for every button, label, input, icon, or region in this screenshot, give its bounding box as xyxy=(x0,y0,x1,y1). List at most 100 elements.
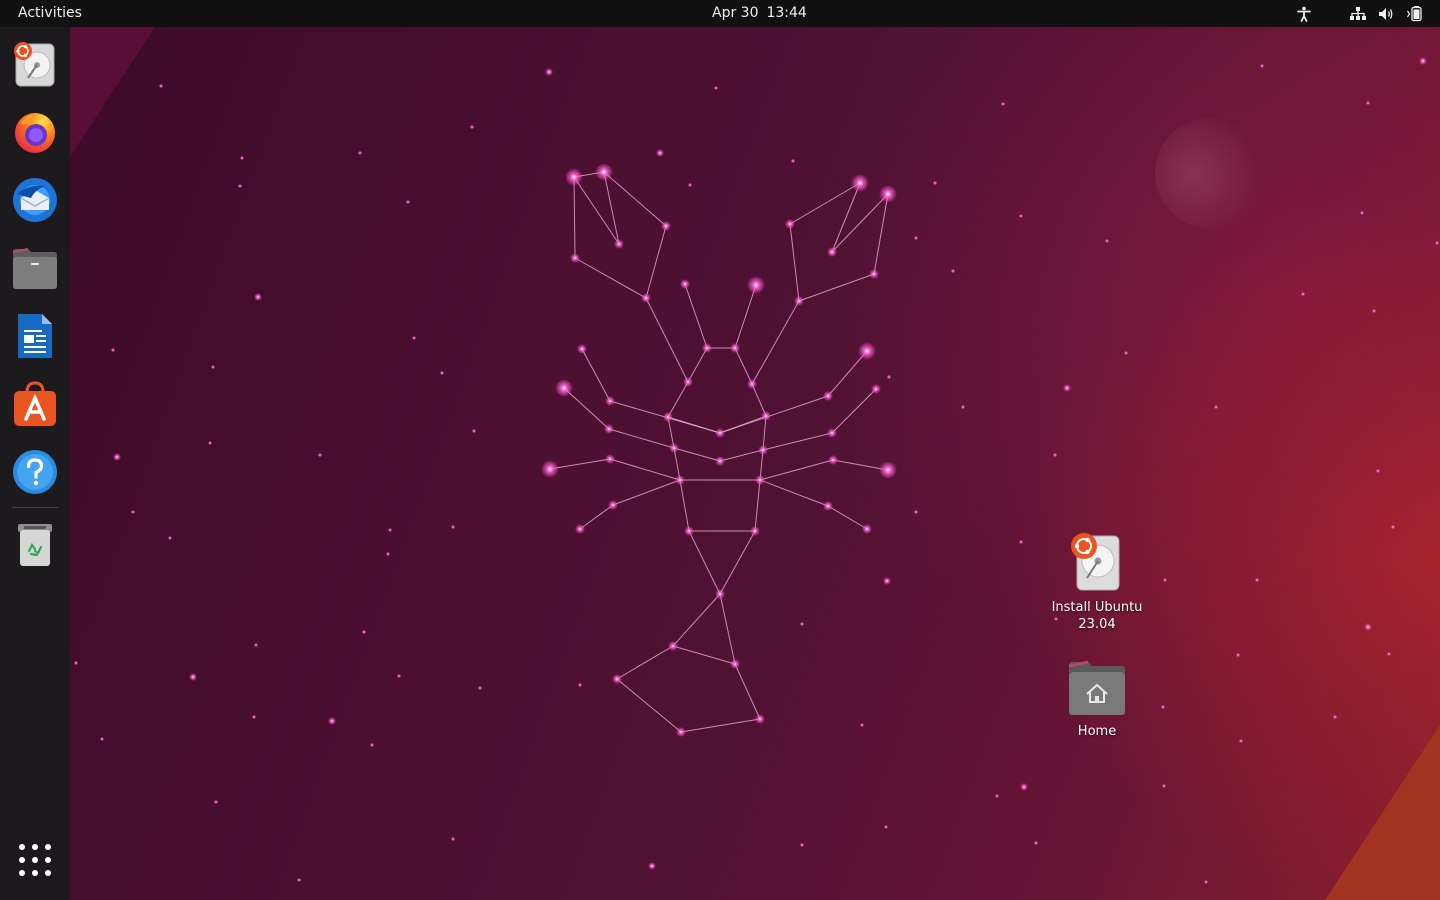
constellation-star xyxy=(683,377,693,387)
wallpaper-star xyxy=(1104,238,1110,244)
constellation-line xyxy=(612,479,681,506)
volume-icon[interactable] xyxy=(1376,4,1396,24)
constellation-star xyxy=(641,293,651,303)
constellation-star xyxy=(871,384,881,394)
wallpaper-star xyxy=(1162,577,1168,583)
dock-item-thunderbird[interactable] xyxy=(10,175,60,225)
constellation-star xyxy=(761,411,771,421)
constellation-line xyxy=(734,284,757,349)
constellation-line xyxy=(719,449,764,462)
wallpaper-star xyxy=(1020,783,1028,791)
constellation-line xyxy=(680,718,761,733)
wallpaper-star xyxy=(1419,57,1427,65)
constellation-star xyxy=(869,269,879,279)
constellation-star xyxy=(823,391,833,401)
wallpaper-star xyxy=(1018,213,1024,219)
wallpaper-star xyxy=(713,85,719,91)
desktop-icon-home[interactable]: Home xyxy=(1042,660,1152,740)
wallpaper-star xyxy=(913,235,919,241)
wallpaper-star xyxy=(213,799,219,805)
accessibility-icon[interactable] xyxy=(1294,4,1314,24)
trash-icon xyxy=(18,524,52,566)
wallpaper-star xyxy=(1063,384,1071,392)
dock-item-app-center[interactable] xyxy=(10,379,60,429)
constellation-star xyxy=(702,343,712,353)
clock-button[interactable]: Apr 30 13:44 xyxy=(712,5,815,21)
constellation-star xyxy=(755,714,765,724)
constellation-star xyxy=(541,460,559,478)
wallpaper-star xyxy=(932,180,938,186)
constellation-star xyxy=(785,219,795,229)
constellation-star xyxy=(577,344,587,354)
wallpaper-star xyxy=(1203,879,1209,885)
constellation-line xyxy=(719,395,829,434)
dock-item-libreoffice-writer[interactable] xyxy=(10,311,60,361)
wallpaper-star xyxy=(799,621,805,627)
wallpaper-star xyxy=(1052,452,1058,458)
wallpaper-star xyxy=(207,440,213,446)
dock-item-help[interactable] xyxy=(10,447,60,497)
battery-icon[interactable] xyxy=(1406,4,1426,24)
constellation-star xyxy=(575,524,585,534)
desktop-icon-install-ubuntu[interactable]: Install Ubuntu 23.04 xyxy=(1042,530,1152,633)
wallpaper-star xyxy=(1238,738,1244,744)
top-bar: Activities Apr 30 13:44 xyxy=(0,0,1440,27)
constellation-star xyxy=(605,396,615,406)
wallpaper-star xyxy=(411,335,417,341)
dock-item-install-ubuntu[interactable] xyxy=(10,39,60,89)
wallpaper-star xyxy=(1018,539,1024,545)
dock-item-trash[interactable] xyxy=(10,519,60,569)
wallpaper-star xyxy=(450,836,456,842)
wallpaper-star xyxy=(167,535,173,541)
constellation-line xyxy=(688,530,721,595)
constellation-line xyxy=(798,273,875,302)
constellation-line xyxy=(645,297,689,383)
clock-time: 13:44 xyxy=(766,5,807,21)
wallpaper-star xyxy=(790,158,796,164)
desktop-icon-label: Home xyxy=(1077,724,1117,739)
constellation-star xyxy=(570,253,580,263)
constellation-star xyxy=(612,674,622,684)
constellation-star xyxy=(680,279,690,289)
constellation-star xyxy=(750,526,760,536)
wallpaper-star xyxy=(210,364,216,370)
home-folder-icon xyxy=(1068,660,1125,715)
wallpaper-star xyxy=(577,682,583,688)
wallpaper-star xyxy=(387,527,393,533)
wallpaper-star xyxy=(357,150,363,156)
desktop-icon-label: Install Ubuntu 23.04 xyxy=(1051,600,1143,632)
thunderbird-icon xyxy=(13,178,57,222)
constellation-star xyxy=(614,239,624,249)
constellation-star xyxy=(608,500,618,510)
ubuntu-installer-icon xyxy=(14,42,55,87)
constellation-star xyxy=(823,501,833,511)
constellation-star xyxy=(604,424,614,434)
wallpaper-star xyxy=(1123,350,1129,356)
dock-item-files[interactable] xyxy=(10,243,60,293)
wallpaper-star xyxy=(99,736,105,742)
dock-item-firefox[interactable] xyxy=(10,107,60,157)
wallpaper-star xyxy=(545,68,553,76)
wallpaper-star xyxy=(687,182,693,188)
constellation-star xyxy=(676,727,686,737)
constellation-line xyxy=(672,593,721,647)
constellation-line xyxy=(609,458,681,481)
network-icon[interactable] xyxy=(1348,4,1368,24)
wallpaper-star xyxy=(1375,468,1381,474)
constellation-line xyxy=(789,223,800,302)
show-apps-button[interactable] xyxy=(10,835,60,885)
wallpaper-star xyxy=(296,877,302,883)
constellation-line xyxy=(673,447,721,462)
constellation-line xyxy=(754,479,761,532)
constellation-line xyxy=(667,381,689,418)
wallpaper-star xyxy=(1365,100,1371,106)
wallpaper-star xyxy=(1259,63,1265,69)
constellation-line xyxy=(751,383,767,417)
activities-button[interactable]: Activities xyxy=(18,5,82,21)
constellation-line xyxy=(831,182,861,253)
constellation-line xyxy=(759,459,834,481)
wallpaper-star xyxy=(253,642,259,648)
constellation-star xyxy=(661,221,671,231)
wallpaper-star xyxy=(439,370,445,376)
wallpaper-star xyxy=(73,660,79,666)
